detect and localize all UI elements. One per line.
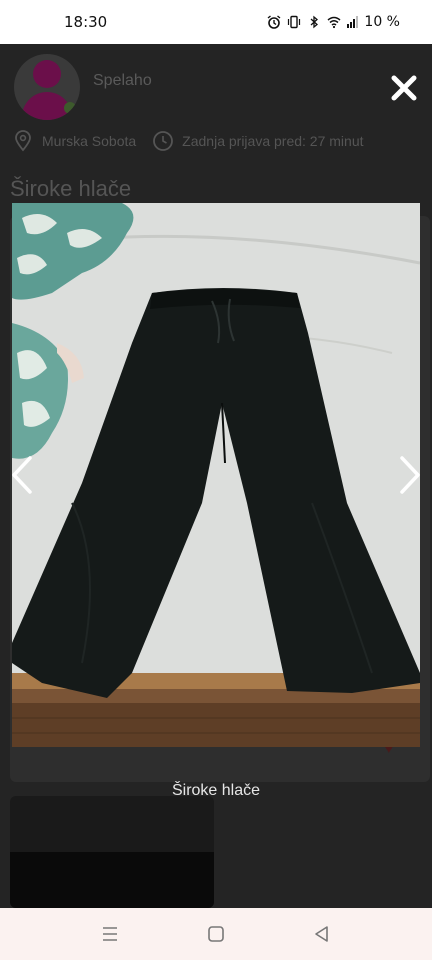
listing-photo	[12, 203, 420, 747]
alarm-icon	[267, 15, 281, 29]
chevron-left-icon[interactable]	[6, 452, 36, 498]
online-status-dot	[64, 102, 76, 114]
menu-icon[interactable]	[99, 923, 121, 945]
last-login-text: Zadnja prijava pred: 27 minut	[182, 133, 364, 149]
signal-icon	[347, 16, 359, 28]
listing-thumbnail[interactable]	[10, 796, 214, 908]
bluetooth-icon	[310, 15, 319, 29]
chevron-right-icon[interactable]	[396, 452, 426, 498]
photo-caption: Široke hlače	[171, 782, 261, 799]
location-pin-icon	[15, 130, 31, 152]
seller-location: Murska Sobota	[42, 133, 137, 149]
status-bar: 18:30 10 %	[0, 0, 432, 44]
seller-username: Spelaho	[93, 72, 152, 89]
home-icon[interactable]	[205, 923, 227, 945]
vibrate-icon	[288, 15, 301, 29]
close-icon[interactable]	[386, 70, 422, 106]
trousers-photo-illustration	[12, 203, 420, 747]
seller-header: Spelaho	[0, 44, 432, 144]
listing-title: Široke hlače	[10, 176, 132, 201]
clock-icon	[153, 131, 174, 151]
status-time: 18:30	[64, 13, 108, 31]
wifi-icon	[327, 16, 341, 29]
back-icon[interactable]	[311, 923, 333, 945]
battery-level: 10 %	[364, 14, 400, 30]
system-nav-bar	[0, 908, 432, 960]
avatar	[14, 54, 80, 120]
seller-meta: Murska Sobota Zadnja prijava pred: 27 mi…	[12, 130, 364, 152]
status-icons: 10 %	[267, 14, 400, 30]
